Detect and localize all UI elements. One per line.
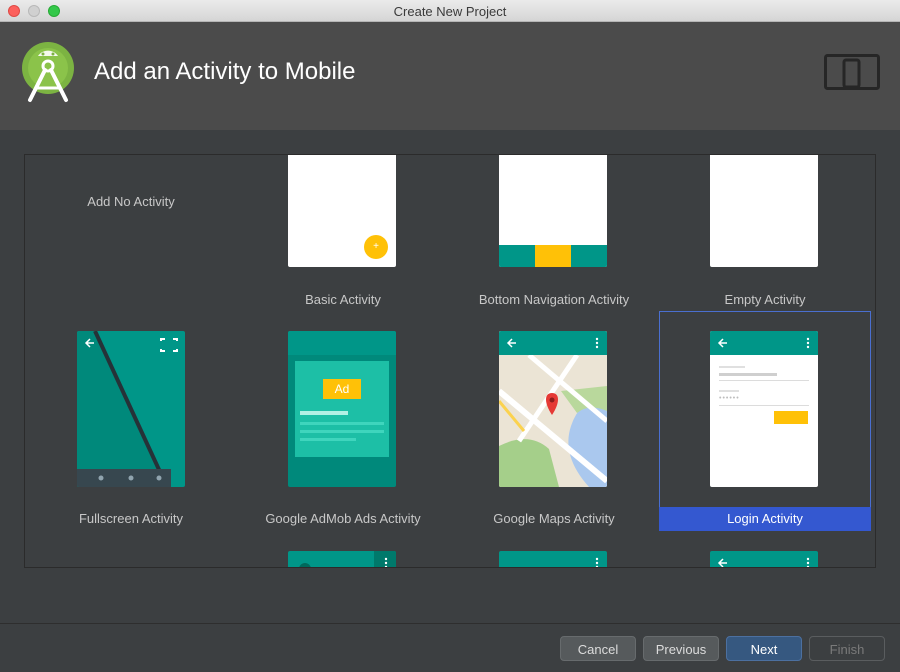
activity-label: Google AdMob Ads Activity: [265, 511, 421, 526]
android-studio-icon: [20, 42, 76, 104]
previous-button[interactable]: Previous: [643, 636, 719, 661]
finish-button[interactable]: Finish: [809, 636, 885, 661]
fab-icon: +: [364, 235, 388, 259]
activity-tile-row3-2[interactable]: [448, 551, 660, 567]
wizard-header: Add an Activity to Mobile: [0, 22, 900, 130]
bottom-navigation-thumbnail: [499, 155, 607, 267]
activity-tile-admob[interactable]: Ad Google AdMob Ads Activity: [237, 311, 449, 531]
window-titlebar: Create New Project: [0, 0, 900, 22]
activity-tile-basic[interactable]: + Basic Activity: [237, 155, 449, 307]
activity-tile-row3-3[interactable]: [659, 551, 871, 567]
activity-thumbnail-partial: [288, 551, 396, 567]
activity-tile-bottom-navigation[interactable]: Bottom Navigation Activity: [448, 155, 660, 307]
login-activity-thumbnail: ••••••: [710, 331, 818, 487]
activity-gallery[interactable]: Add No Activity + Basic Activity Bottom …: [24, 154, 876, 568]
activity-tile-add-no-activity[interactable]: Add No Activity: [25, 155, 237, 305]
activity-thumbnail-partial: [499, 551, 607, 567]
footer-divider: [0, 623, 900, 624]
activity-tile-login[interactable]: •••••• Login Activity: [659, 311, 871, 531]
empty-activity-thumbnail: [710, 155, 818, 267]
next-button[interactable]: Next: [726, 636, 802, 661]
activity-label: Fullscreen Activity: [78, 511, 184, 526]
window-title: Create New Project: [393, 4, 507, 19]
cancel-button[interactable]: Cancel: [560, 636, 636, 661]
activity-label: Bottom Navigation Activity: [478, 292, 630, 307]
activity-label: Add No Activity: [87, 194, 175, 209]
activity-thumbnail-partial: [710, 551, 818, 567]
ad-badge: Ad: [323, 379, 361, 399]
activity-label: Basic Activity: [305, 292, 381, 307]
admob-activity-thumbnail: Ad: [288, 331, 396, 487]
phone-tablet-icon: [824, 54, 880, 92]
activity-tile-empty[interactable]: Empty Activity: [659, 155, 871, 307]
maps-activity-thumbnail: [499, 331, 607, 487]
activity-label: Login Activity: [727, 511, 803, 526]
page-title: Add an Activity to Mobile: [94, 58, 356, 85]
basic-activity-thumbnail: +: [288, 155, 396, 267]
activity-tile-row3-1[interactable]: [237, 551, 449, 567]
activity-tile-google-maps[interactable]: Google Maps Activity: [448, 311, 660, 531]
fullscreen-activity-thumbnail: [77, 331, 185, 487]
activity-label: Empty Activity: [724, 292, 806, 307]
activity-label: Google Maps Activity: [493, 511, 615, 526]
activity-tile-fullscreen[interactable]: Fullscreen Activity: [25, 311, 237, 531]
